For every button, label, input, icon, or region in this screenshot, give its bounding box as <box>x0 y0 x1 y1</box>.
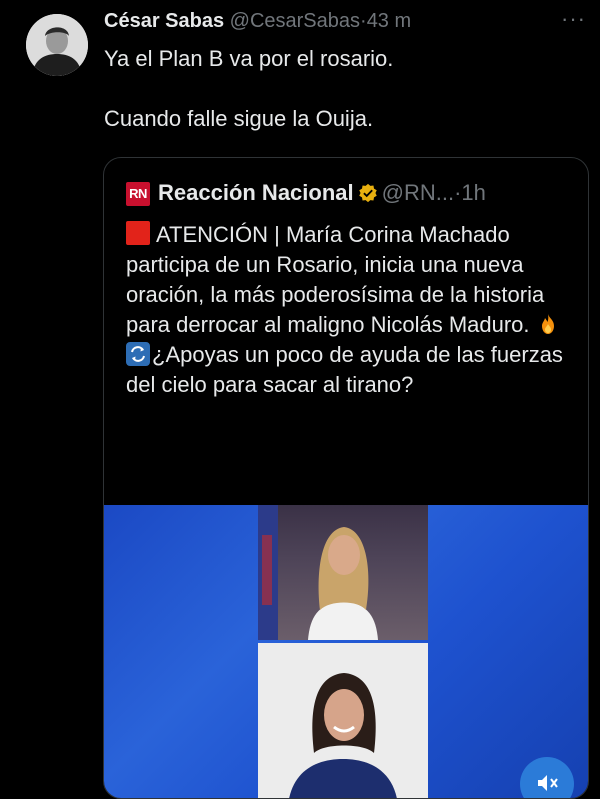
red-square-icon <box>126 221 150 245</box>
quoted-tweet-card[interactable]: RN Reacción Nacional @RN...·1h ATENCIÓN |… <box>103 157 589 799</box>
tweet-text: Ya el Plan B va por el rosario. Cuando f… <box>104 44 574 134</box>
video-frame-top <box>258 505 428 640</box>
mute-button[interactable] <box>520 757 574 798</box>
author-avatar[interactable] <box>26 14 88 76</box>
speaker-muted-icon <box>538 775 558 791</box>
quoted-author-handle[interactable]: @RN... <box>382 180 454 205</box>
quoted-tweet-text: ATENCIÓN | María Corina Machado particip… <box>126 220 576 400</box>
tweet-paragraph: Cuando falle sigue la Ouija. <box>104 106 374 131</box>
author-handle[interactable]: @CesarSabas <box>230 10 360 32</box>
more-options-icon[interactable]: ··· <box>561 6 586 32</box>
verified-badge-icon <box>358 183 377 203</box>
fire-icon <box>541 314 554 334</box>
avatar-photo <box>26 14 88 76</box>
author-name[interactable]: César Sabas <box>104 10 224 32</box>
tweet-time[interactable]: 43 m <box>367 10 411 32</box>
tweet-paragraph: Ya el Plan B va por el rosario. <box>104 46 394 71</box>
quoted-tweet-time[interactable]: 1h <box>461 180 485 205</box>
quoted-text-tail: ¿Apoyas un poco de ayuda de las fuerzas … <box>126 342 563 397</box>
repeat-icon <box>126 342 150 366</box>
tweet-header: César Sabas @CesarSabas·43 m <box>104 10 580 40</box>
quoted-text-main: ATENCIÓN | María Corina Machado particip… <box>126 222 545 337</box>
rn-logo-icon: RN <box>126 182 150 206</box>
video-frame-bottom <box>258 643 428 798</box>
quoted-tweet-header: RN Reacción Nacional @RN...·1h <box>126 180 586 210</box>
separator-dot: · <box>360 10 367 32</box>
quoted-author-name[interactable]: Reacción Nacional <box>158 180 354 205</box>
video-media[interactable] <box>104 505 588 798</box>
